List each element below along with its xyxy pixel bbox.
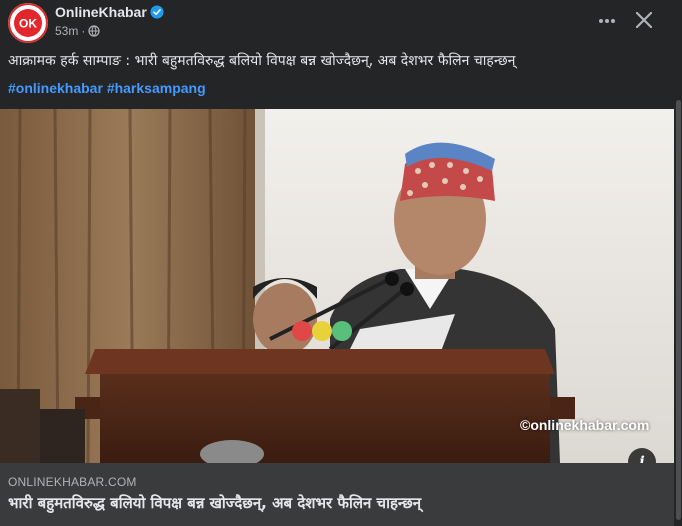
onlinekhabar-logo: OK — [8, 3, 48, 43]
post-meta: 53m · — [55, 24, 100, 38]
link-domain: ONLINEKHABAR.COM — [8, 475, 137, 489]
hashtag-link[interactable]: #onlinekhabar — [8, 80, 103, 96]
more-horizontal-icon[interactable] — [596, 12, 618, 30]
speaker-at-podium-photo — [0, 109, 674, 463]
hashtag-link[interactable]: #harksampang — [107, 80, 206, 96]
globe-icon — [88, 25, 100, 37]
post-header: OK OnlineKhabar 53m · — [0, 0, 682, 44]
link-card-footer[interactable]: ONLINEKHABAR.COM भारी बहुमतविरुद्ध बलियो… — [0, 463, 674, 526]
link-title[interactable]: भारी बहुमतविरुद्ध बलियो विपक्ष बन्न खोज्… — [8, 493, 421, 513]
scrollbar-thumb[interactable] — [676, 100, 681, 520]
meta-separator: · — [81, 24, 86, 38]
post-hashtags: #onlinekhabar #harksampang — [8, 79, 206, 97]
verified-badge-icon — [150, 5, 164, 19]
post-timestamp[interactable]: 53m — [55, 24, 78, 38]
page-avatar[interactable]: OK — [8, 3, 48, 43]
close-icon[interactable] — [633, 9, 655, 31]
post-caption: आक्रामक हर्क साम्पाङ : भारी बहुमतविरुद्ध… — [8, 53, 516, 69]
link-preview-card[interactable]: ©onlinekhabar.com i ONLINEKHABAR.COM भार… — [0, 109, 674, 526]
page-name[interactable]: OnlineKhabar — [55, 4, 147, 20]
photo-watermark: ©onlinekhabar.com — [520, 417, 650, 433]
svg-text:OK: OK — [19, 17, 37, 31]
article-photo[interactable] — [0, 109, 674, 463]
